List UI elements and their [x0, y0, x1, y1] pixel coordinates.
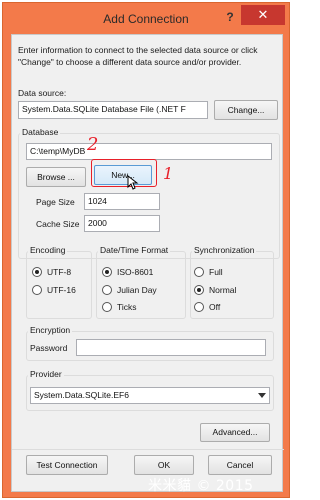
title-bar[interactable]: Add Connection ? ✕	[3, 3, 289, 33]
utf16-radio[interactable]	[32, 285, 42, 295]
mouse-cursor-icon	[127, 175, 139, 190]
close-icon: ✕	[257, 7, 269, 22]
utf8-radio[interactable]	[32, 267, 42, 277]
change-button[interactable]: Change...	[214, 100, 278, 120]
browse-button[interactable]: Browse ...	[26, 167, 86, 187]
dialog-window: Add Connection ? ✕ Enter information to …	[2, 2, 290, 498]
help-button[interactable]: ?	[223, 10, 237, 26]
sync-normal-label: Normal	[209, 285, 237, 295]
sync-off-label: Off	[209, 302, 221, 312]
data-source-field: System.Data.SQLite Database File (.NET F	[18, 101, 208, 119]
close-button[interactable]: ✕	[241, 5, 285, 25]
dialog-body: Enter information to connect to the sele…	[11, 34, 284, 494]
page-size-field[interactable]: 1024	[84, 193, 160, 210]
ticks-label: Ticks	[117, 302, 137, 312]
sync-full-radio[interactable]	[194, 267, 204, 277]
cache-size-field[interactable]: 2000	[84, 215, 160, 232]
watermark: 米米貓 © 2015	[148, 478, 254, 494]
provider-select[interactable]: System.Data.SQLite.EF6	[30, 387, 270, 404]
iso8601-label: ISO-8601	[117, 267, 154, 277]
chevron-down-icon	[258, 393, 266, 398]
advanced-button[interactable]: Advanced...	[200, 423, 270, 442]
data-source-label: Data source:	[18, 88, 67, 98]
database-path-field[interactable]: C:\temp\MyDB	[26, 143, 272, 160]
encoding-group-label: Encoding	[28, 245, 68, 255]
utf8-label: UTF-8	[47, 267, 72, 277]
provider-group-label: Provider	[28, 369, 64, 379]
julian-day-label: Julian Day	[117, 285, 157, 295]
annotation-1: 1	[163, 164, 174, 183]
ok-button[interactable]: OK	[134, 455, 194, 475]
encryption-group-label: Encryption	[28, 325, 73, 335]
password-field[interactable]	[76, 339, 266, 356]
sync-group-label: Synchronization	[192, 245, 257, 255]
datetime-group-label: Date/Time Format	[98, 245, 171, 255]
annotation-2: 2	[87, 134, 99, 155]
provider-selected-value: System.Data.SQLite.EF6	[34, 390, 129, 400]
cache-size-label: Cache Size	[36, 219, 80, 229]
cancel-button[interactable]: Cancel	[208, 455, 272, 475]
button-divider	[12, 449, 284, 450]
julian-day-radio[interactable]	[102, 285, 112, 295]
test-connection-button[interactable]: Test Connection	[26, 455, 108, 475]
iso8601-radio[interactable]	[102, 267, 112, 277]
sync-off-radio[interactable]	[194, 302, 204, 312]
utf16-label: UTF-16	[47, 285, 76, 295]
sync-normal-radio[interactable]	[194, 285, 204, 295]
database-group-label: Database	[20, 127, 61, 137]
intro-text: Enter information to connect to the sele…	[18, 45, 258, 67]
sync-full-label: Full	[209, 267, 223, 277]
highlight-box	[91, 159, 157, 187]
page-size-label: Page Size	[36, 197, 75, 207]
ticks-radio[interactable]	[102, 302, 112, 312]
password-label: Password	[30, 343, 68, 353]
